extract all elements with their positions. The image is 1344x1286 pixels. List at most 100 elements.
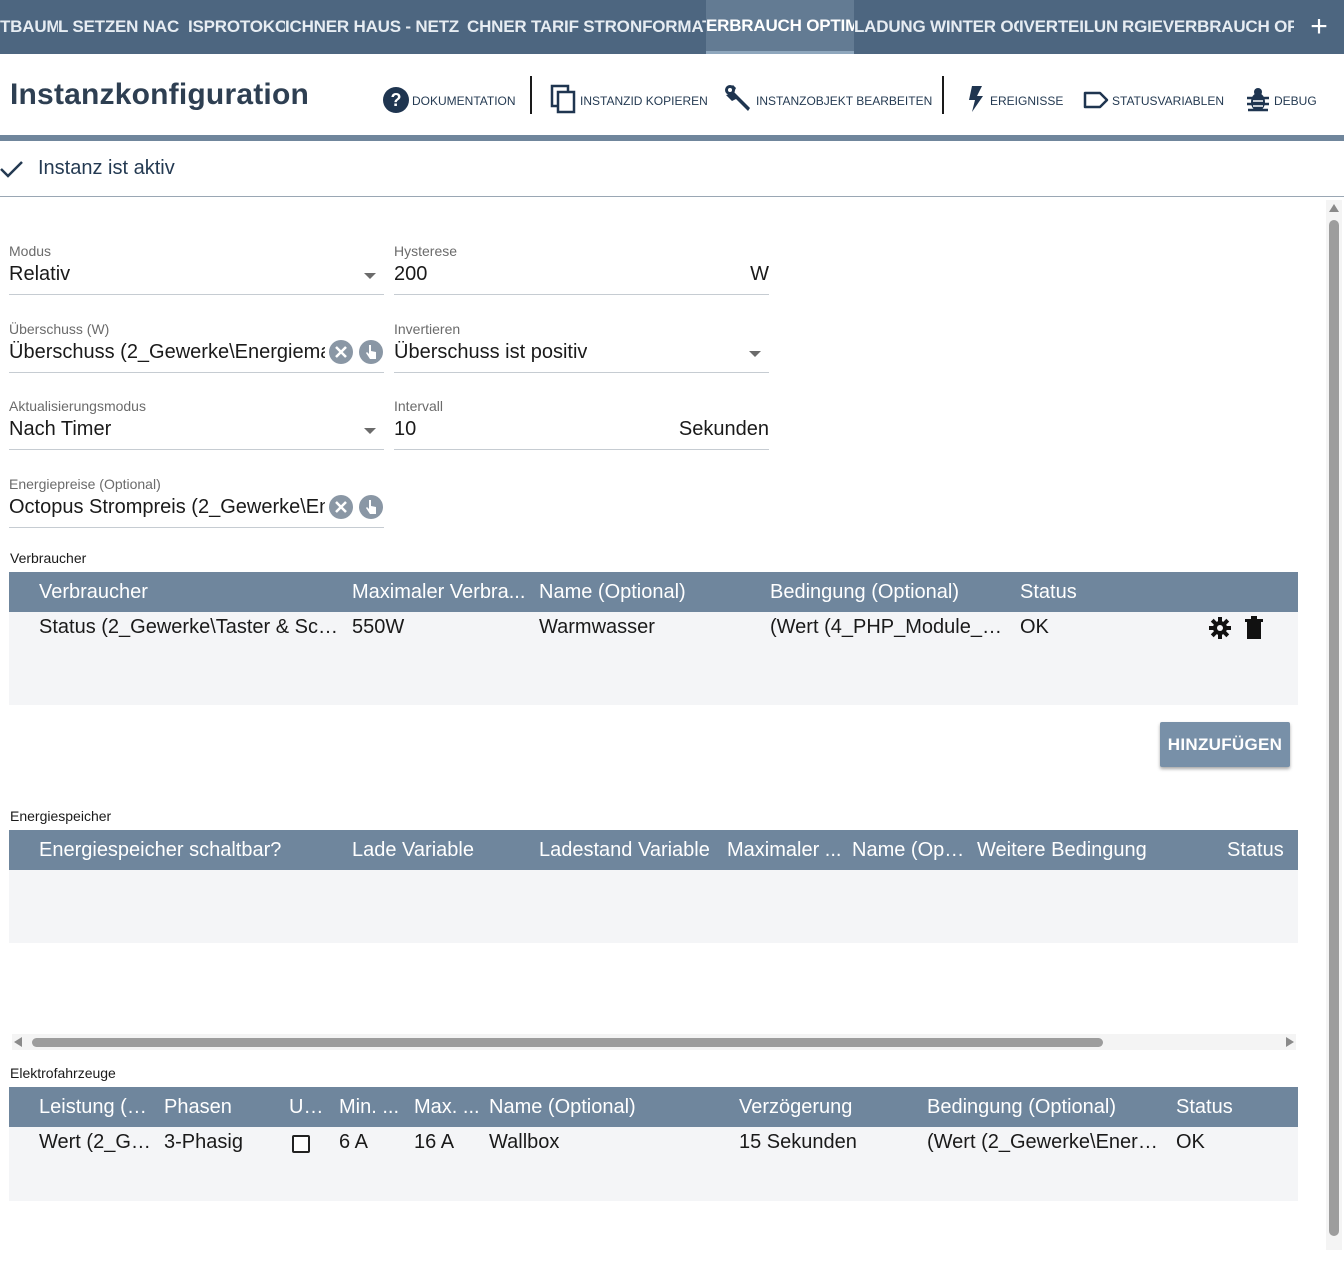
- tab-0[interactable]: TBAUM: [0, 0, 58, 54]
- column-header[interactable]: Maximaler Verbra...: [352, 572, 530, 612]
- modus-select[interactable]: Modus Relativ: [9, 243, 384, 295]
- table-row[interactable]: Wert (2_Ge... 3-Phasig 6 A 16 A Wallbox …: [9, 1127, 1298, 1161]
- ueberschuss-actions: [328, 339, 384, 365]
- add-verbraucher-button[interactable]: HINZUFÜGEN: [1160, 722, 1290, 767]
- documentation-button[interactable]: ? Dokumentation: [382, 78, 516, 114]
- tab-label: TBAUM: [0, 17, 58, 36]
- copy-instance-id-button[interactable]: InstanzID kopieren: [550, 78, 708, 114]
- tab-8[interactable]: IVERTEILUN: [1019, 0, 1122, 54]
- vertical-scroll-thumb[interactable]: [1329, 220, 1339, 1236]
- modus-label: Modus: [9, 243, 52, 259]
- status-variables-button[interactable]: Statusvariablen: [1082, 78, 1224, 114]
- horizontal-scroll-thumb[interactable]: [32, 1038, 1103, 1047]
- column-header[interactable]: Ladestand Variable: [539, 830, 719, 870]
- hysterese-input[interactable]: Hysterese 200 W: [394, 243, 769, 295]
- vertical-scrollbar[interactable]: [1326, 200, 1342, 1250]
- instance-active-toggle[interactable]: Instanz ist aktiv: [0, 141, 1344, 197]
- tab-label: LADUNG WINTER OC: [854, 17, 1019, 36]
- edit-instance-object-button[interactable]: Instanzobjekt bearbeiten: [724, 78, 932, 114]
- cell-status: OK: [1020, 616, 1049, 638]
- aktualisierungsmodus-select[interactable]: Aktualisierungsmodus Nach Timer: [9, 398, 384, 450]
- column-header[interactable]: Min. ...: [339, 1087, 405, 1127]
- label-tag-icon: [1083, 91, 1109, 109]
- tab-5[interactable]: NFORMATIO: [630, 0, 706, 54]
- column-header[interactable]: Status: [1020, 572, 1140, 612]
- plus-icon: +: [1310, 10, 1328, 43]
- invertieren-label: Invertieren: [394, 321, 461, 337]
- column-header[interactable]: Phasen: [164, 1087, 280, 1127]
- tab-label: CHNER TARIF STROM: [467, 17, 630, 36]
- energiepreise-label: Energiepreise (Optional): [9, 476, 161, 492]
- intervall-input[interactable]: Intervall 10 Sekunden: [394, 398, 769, 450]
- column-header[interactable]: Status: [1227, 830, 1298, 870]
- table-header: Leistung (S... Phasen Un... Min. ... Max…: [9, 1087, 1298, 1127]
- column-header[interactable]: Name (Opti...: [852, 830, 968, 870]
- tab-7[interactable]: LADUNG WINTER OC: [854, 0, 1019, 54]
- add-tab-button[interactable]: +: [1294, 0, 1344, 54]
- column-header[interactable]: Verzögerung: [739, 1087, 917, 1127]
- energiespeicher-section-label: Energiespeicher: [10, 808, 112, 824]
- debug-button[interactable]: Debug: [1244, 78, 1317, 114]
- cell-status: OK: [1176, 1131, 1205, 1153]
- cell-min: 6 A: [339, 1131, 368, 1153]
- unterbrechbar-checkbox[interactable]: [292, 1135, 310, 1153]
- cell-name: Warmwasser: [539, 616, 655, 638]
- invertieren-select[interactable]: Invertieren Überschuss ist positiv: [394, 321, 769, 373]
- page-title: Instanzkonfiguration: [10, 78, 309, 111]
- column-header[interactable]: Verbraucher: [39, 572, 339, 612]
- tab-label: NFORMATIO: [630, 17, 706, 36]
- table-row[interactable]: Status (2_Gewerke\Taster & Sch... 550W W…: [9, 612, 1298, 646]
- copy-instance-id-label: InstanzID kopieren: [580, 94, 708, 108]
- chevron-down-icon: [364, 273, 376, 279]
- events-button[interactable]: Ereignisse: [964, 78, 1063, 114]
- column-header[interactable]: Maximaler ...: [727, 830, 843, 870]
- cell-verbraucher: Status (2_Gewerke\Taster & Sch...: [39, 616, 343, 638]
- column-header[interactable]: Name (Optional): [489, 1087, 729, 1127]
- horizontal-scrollbar[interactable]: [12, 1034, 1296, 1050]
- table-header: Verbraucher Maximaler Verbra... Name (Op…: [9, 572, 1298, 612]
- energiepreise-variable-select[interactable]: Energiepreise (Optional) Octopus Strompr…: [9, 476, 384, 528]
- trash-icon[interactable]: [1244, 616, 1264, 640]
- tab-label: RGIEVERBRAUCH OPTI: [1122, 17, 1294, 36]
- scroll-up-arrow-icon[interactable]: [1329, 204, 1339, 212]
- ueberschuss-variable-select[interactable]: Überschuss (W) Überschuss (2_Gewerke\Ene…: [9, 321, 384, 373]
- scroll-right-arrow-icon[interactable]: [1286, 1037, 1294, 1047]
- clear-icon[interactable]: [328, 339, 354, 365]
- tab-3[interactable]: ICHNER HAUS - NETZ: [285, 0, 467, 54]
- energiepreise-actions: [328, 494, 384, 520]
- tab-9[interactable]: RGIEVERBRAUCH OPTI: [1122, 0, 1294, 54]
- select-pointer-icon[interactable]: [358, 494, 384, 520]
- column-header[interactable]: Name (Optional): [539, 572, 759, 612]
- lightning-icon: [969, 86, 983, 112]
- tab-6-active[interactable]: ERBRAUCH OPTIM: [706, 0, 854, 54]
- ueberschuss-label: Überschuss (W): [9, 321, 110, 337]
- column-header[interactable]: Energiespeicher schaltbar?: [39, 830, 339, 870]
- tab-4[interactable]: CHNER TARIF STROM: [467, 0, 630, 54]
- clear-icon[interactable]: [328, 494, 354, 520]
- gear-icon[interactable]: [1208, 616, 1232, 640]
- table-body: [9, 870, 1298, 943]
- bug-icon: [1247, 88, 1269, 112]
- tab-label: ISPROTOKO: [188, 17, 285, 36]
- events-label: Ereignisse: [990, 94, 1064, 108]
- tab-2[interactable]: ISPROTOKO: [188, 0, 285, 54]
- table-header: Energiespeicher schaltbar? Lade Variable…: [9, 830, 1298, 870]
- help-circle-icon: ?: [383, 87, 409, 113]
- column-header[interactable]: Lade Variable: [352, 830, 530, 870]
- table-body: Status (2_Gewerke\Taster & Sch... 550W W…: [9, 612, 1298, 705]
- elektrofahrzeuge-section-label: Elektrofahrzeuge: [10, 1065, 116, 1081]
- scroll-left-arrow-icon[interactable]: [14, 1037, 22, 1047]
- chevron-down-icon: [364, 428, 376, 434]
- column-header[interactable]: Max. ...: [414, 1087, 480, 1127]
- column-header[interactable]: Un...: [289, 1087, 331, 1127]
- column-header[interactable]: Status: [1176, 1087, 1276, 1127]
- select-pointer-icon[interactable]: [358, 339, 384, 365]
- column-header[interactable]: Bedingung (Optional): [770, 572, 1010, 612]
- toolbar-separator: [942, 76, 944, 114]
- tab-label: L SETZEN NAC: [58, 17, 180, 36]
- column-header[interactable]: Leistung (S...: [39, 1087, 155, 1127]
- column-header[interactable]: Bedingung (Optional): [927, 1087, 1167, 1127]
- verbraucher-table: Verbraucher Maximaler Verbra... Name (Op…: [9, 572, 1298, 705]
- tab-1[interactable]: L SETZEN NAC: [58, 0, 188, 54]
- column-header[interactable]: Weitere Bedingung: [977, 830, 1217, 870]
